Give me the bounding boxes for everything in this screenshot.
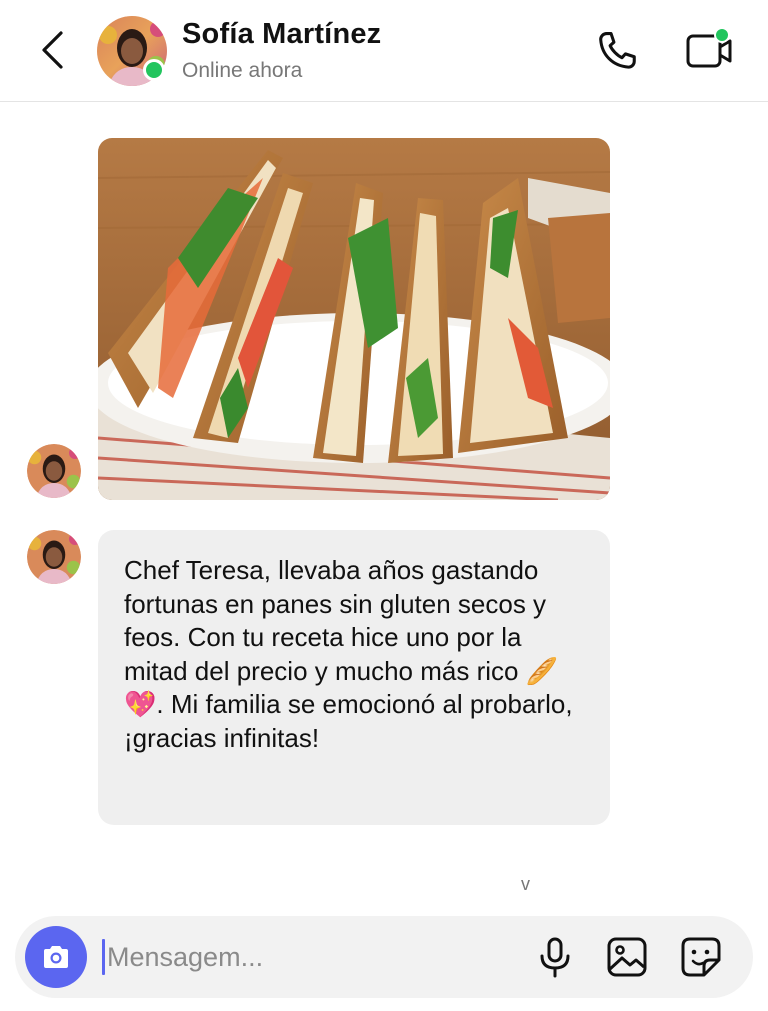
message-input[interactable]: [107, 933, 507, 981]
back-button[interactable]: [30, 26, 74, 74]
gallery-button[interactable]: [603, 933, 651, 981]
sender-avatar[interactable]: [27, 530, 81, 584]
contact-name[interactable]: Sofía Martínez: [182, 18, 381, 51]
sticker-button[interactable]: [677, 933, 725, 981]
camera-icon: [44, 946, 68, 968]
voice-message-button[interactable]: [532, 935, 578, 981]
sandwich-photo-message[interactable]: [98, 138, 610, 500]
incoming-message-bubble[interactable]: Chef Teresa, llevaba años gastando fortu…: [98, 530, 610, 825]
text-caret: [102, 939, 105, 975]
sender-avatar[interactable]: [27, 444, 81, 498]
chevron-left-icon: [42, 31, 63, 69]
video-status-dot: [714, 27, 730, 43]
contact-status: Online ahora: [182, 59, 303, 82]
voice-call-button[interactable]: [592, 26, 642, 76]
chat-header: Sofía Martínez Online ahora: [0, 0, 768, 102]
phone-icon: [599, 32, 636, 69]
sticker-icon: [681, 937, 721, 977]
microphone-icon: [540, 937, 570, 978]
message-text: Chef Teresa, llevaba años gastando fortu…: [124, 555, 573, 753]
online-status-dot: [143, 59, 165, 81]
message-composer: [15, 916, 753, 998]
camera-button[interactable]: [25, 926, 87, 988]
image-icon: [607, 937, 647, 977]
scroll-down-indicator[interactable]: v: [521, 874, 530, 895]
